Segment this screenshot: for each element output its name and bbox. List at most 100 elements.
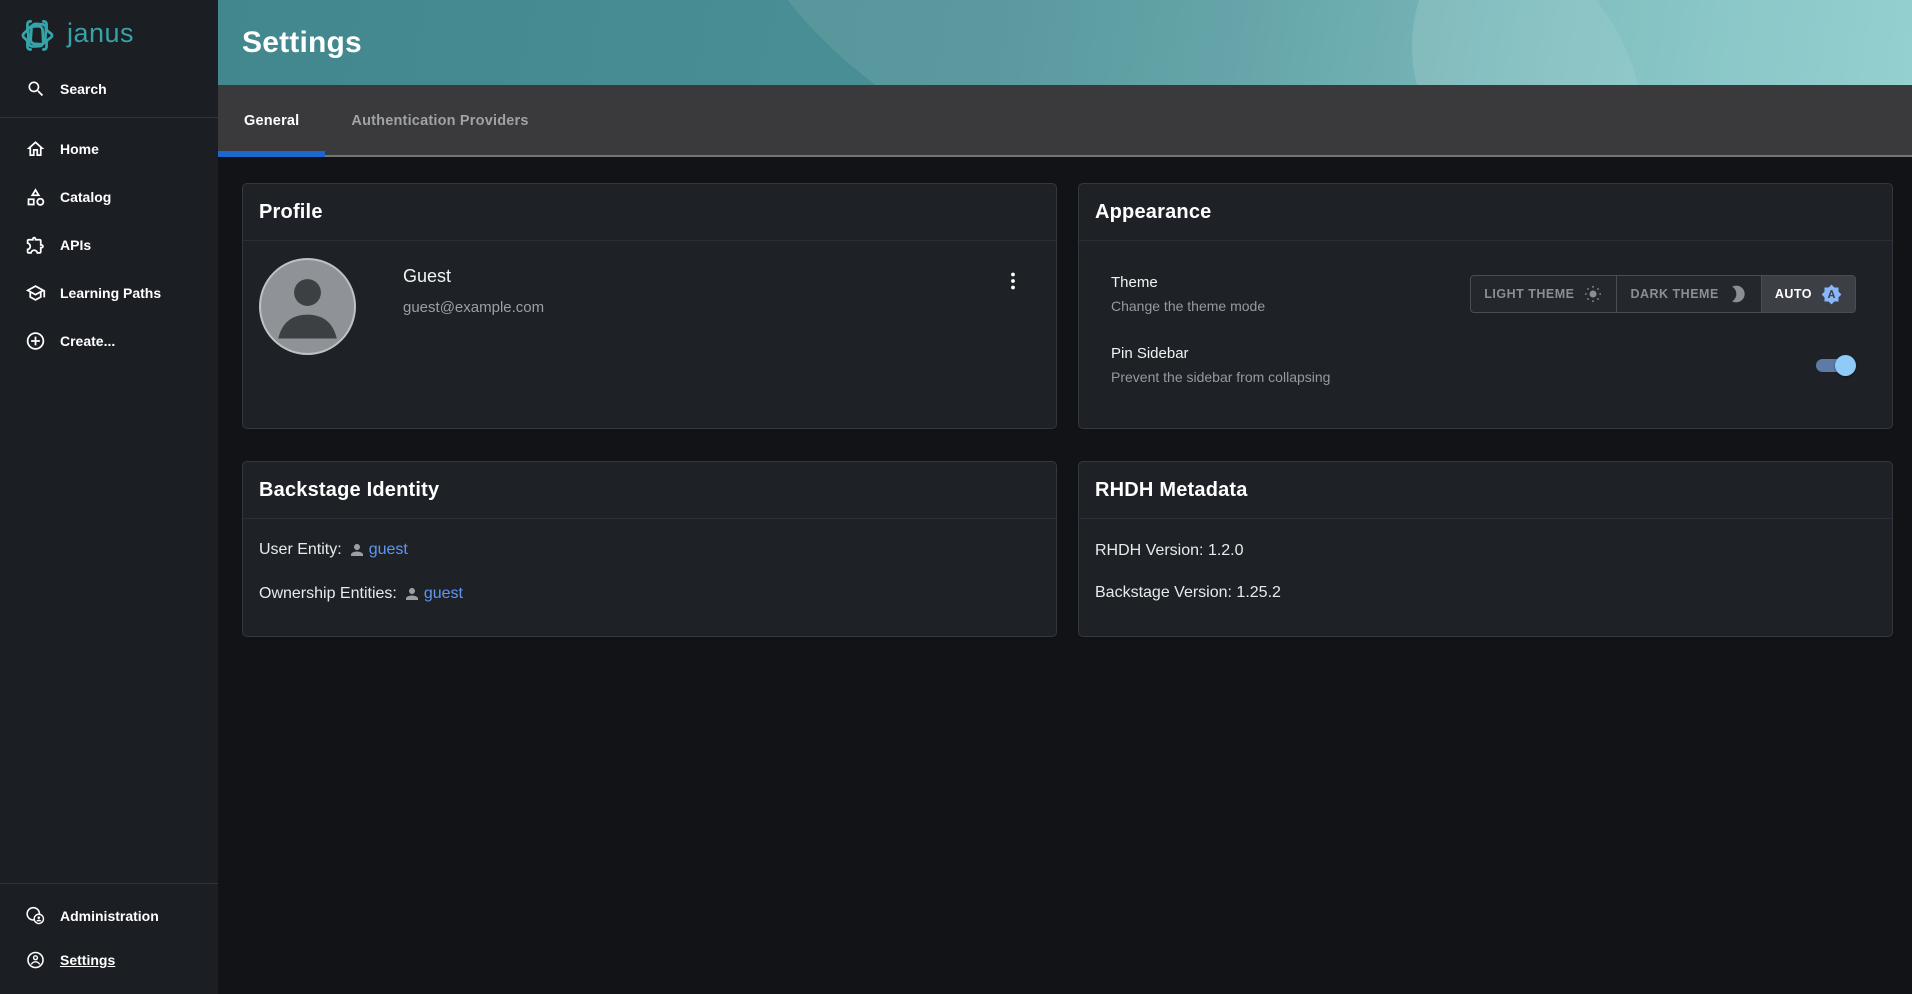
theme-setting-text: Theme Change the theme mode [1111, 274, 1265, 314]
sidebar-item-home[interactable]: Home [0, 125, 218, 173]
card-body: RHDH Version: 1.2.0 Backstage Version: 1… [1079, 519, 1892, 636]
rhdh-version-label: RHDH Version: [1095, 542, 1204, 559]
school-icon [25, 283, 46, 304]
add-circle-icon [25, 331, 46, 352]
rhdh-version-value: 1.2.0 [1207, 542, 1244, 559]
ownership-entity-link[interactable]: guest [403, 585, 463, 603]
sidebar-bottom: Administration Settings [0, 883, 218, 994]
rhdh-metadata-card: RHDH Metadata RHDH Version: 1.2.0 Backst… [1078, 461, 1893, 637]
pin-sidebar-toggle[interactable] [1815, 354, 1856, 376]
page-title: Settings [242, 25, 362, 59]
sidebar-item-label: APIs [60, 237, 92, 253]
tab-label: Authentication Providers [351, 113, 529, 129]
theme-setting-row: Theme Change the theme mode LIGHT THEME [1111, 274, 1856, 314]
auto-theme-button[interactable]: AUTO [1760, 276, 1855, 312]
sidebar-item-label: Home [60, 141, 99, 157]
administration-icon [25, 906, 46, 927]
toggle-label: LIGHT THEME [1484, 287, 1575, 301]
ownership-entities-label: Ownership Entities: [259, 585, 397, 602]
entity-link-label: guest [368, 541, 408, 558]
app-root: janus Search Home Catalog APIs Learning … [0, 0, 1912, 994]
active-tab-indicator [218, 151, 326, 157]
avatar [259, 258, 356, 355]
pin-sidebar-description: Prevent the sidebar from collapsing [1111, 369, 1331, 385]
page-header: Settings [218, 0, 1912, 85]
backstage-version-label: Backstage Version: [1095, 584, 1232, 601]
sidebar-item-administration[interactable]: Administration [0, 894, 218, 938]
janus-logo-icon [16, 15, 58, 55]
tab-authentication-providers[interactable]: Authentication Providers [325, 85, 554, 157]
card-header: Profile [243, 184, 1056, 240]
person-icon [348, 541, 366, 559]
card-body: User Entity: guest Ownership Entities: g… [243, 519, 1056, 636]
card-body: Theme Change the theme mode LIGHT THEME [1079, 241, 1892, 428]
profile-card: Profile Guest guest@example.com [242, 183, 1057, 429]
profile-name: Guest [403, 266, 452, 286]
toggle-label: AUTO [1774, 287, 1812, 301]
sidebar-item-catalog[interactable]: Catalog [0, 173, 218, 221]
sidebar-divider [0, 883, 218, 884]
profile-info: Guest guest@example.com [403, 266, 544, 411]
card-header: RHDH Metadata [1079, 462, 1892, 518]
backstage-version-value: 1.25.2 [1236, 584, 1281, 601]
light-theme-button[interactable]: LIGHT THEME [1471, 276, 1616, 312]
sidebar-item-learning-paths[interactable]: Learning Paths [0, 269, 218, 317]
tab-bar: General Authentication Providers [218, 85, 1912, 157]
toggle-label: DARK THEME [1630, 287, 1719, 301]
appearance-card: Appearance Theme Change the theme mode L… [1078, 183, 1893, 429]
profile-email: guest@example.com [403, 299, 545, 316]
card-title: Backstage Identity [259, 479, 440, 501]
card-header: Backstage Identity [243, 462, 1056, 518]
card-title: Appearance [1095, 201, 1212, 223]
sidebar-item-create[interactable]: Create... [0, 317, 218, 365]
user-entity-row: User Entity: guest [259, 541, 1040, 559]
sidebar: janus Search Home Catalog APIs Learning … [0, 0, 218, 994]
rhdh-version-row: RHDH Version: 1.2.0 [1095, 542, 1876, 560]
backstage-version-row: Backstage Version: 1.25.2 [1095, 584, 1876, 602]
sidebar-item-label: Search [60, 81, 107, 97]
sidebar-item-label: Catalog [60, 189, 112, 205]
theme-label: Theme [1111, 274, 1158, 291]
card-title: RHDH Metadata [1095, 479, 1248, 501]
backstage-identity-card: Backstage Identity User Entity: guest Ow… [242, 461, 1057, 637]
brand-logo[interactable]: janus [0, 0, 218, 70]
pin-sidebar-label: Pin Sidebar [1111, 345, 1189, 362]
settings-content: Profile Guest guest@example.com Appearan… [218, 157, 1912, 994]
user-entity-label: User Entity: [259, 541, 342, 558]
brand-name: janus [67, 17, 135, 48]
sidebar-nav: Home Catalog APIs Learning Paths Create.… [0, 118, 218, 365]
dark-theme-button[interactable]: DARK THEME [1616, 276, 1760, 312]
sidebar-item-label: Learning Paths [60, 285, 162, 301]
sun-icon [1583, 284, 1603, 304]
ownership-entities-row: Ownership Entities: guest [259, 585, 1040, 603]
sidebar-item-settings[interactable]: Settings [0, 938, 218, 982]
brightness-auto-icon [1821, 284, 1842, 305]
sidebar-item-label: Administration [60, 908, 159, 924]
moon-icon [1728, 284, 1748, 304]
tab-label: General [244, 113, 300, 129]
sidebar-item-label: Settings [60, 952, 116, 968]
card-header: Appearance [1079, 184, 1892, 240]
sidebar-item-apis[interactable]: APIs [0, 221, 218, 269]
entity-link-label: guest [423, 585, 463, 602]
theme-description: Change the theme mode [1111, 298, 1266, 314]
pin-sidebar-setting-row: Pin Sidebar Prevent the sidebar from col… [1111, 345, 1856, 385]
card-title: Profile [259, 201, 323, 223]
extension-icon [25, 235, 46, 256]
sidebar-item-label: Create... [60, 333, 116, 349]
theme-toggle-group: LIGHT THEME DARK THEME AUTO [1470, 275, 1856, 313]
sidebar-item-search[interactable]: Search [0, 70, 218, 108]
toggle-thumb [1835, 354, 1856, 376]
user-entity-link[interactable]: guest [348, 541, 408, 559]
tab-general[interactable]: General [218, 85, 326, 157]
pin-sidebar-text: Pin Sidebar Prevent the sidebar from col… [1111, 345, 1330, 385]
search-icon [25, 79, 46, 100]
profile-menu-button[interactable] [1000, 268, 1026, 294]
home-icon [25, 139, 46, 160]
card-body: Guest guest@example.com [243, 241, 1056, 428]
catalog-icon [25, 187, 46, 208]
more-vert-icon [1001, 269, 1025, 293]
person-icon [403, 585, 421, 603]
main-area: Settings General Authentication Provider… [218, 0, 1912, 994]
account-circle-icon [25, 950, 46, 971]
